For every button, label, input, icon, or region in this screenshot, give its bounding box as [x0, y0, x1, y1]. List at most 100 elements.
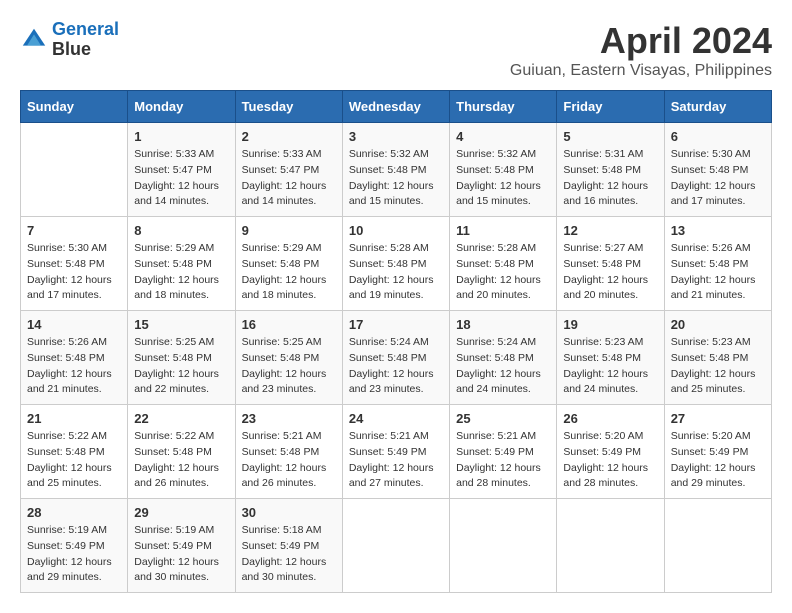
day-cell: 3 Sunrise: 5:32 AMSunset: 5:48 PMDaylight…	[342, 123, 449, 217]
day-number: 12	[563, 223, 657, 238]
day-cell: 6Sunrise: 5:30 AMSunset: 5:48 PMDaylight…	[664, 123, 771, 217]
day-number: 5	[563, 129, 657, 144]
header-wednesday: Wednesday	[342, 91, 449, 123]
title-area: April 2024 Guiuan, Eastern Visayas, Phil…	[510, 20, 772, 80]
day-info: Sunrise: 5:26 AMSunset: 5:48 PMDaylight:…	[27, 335, 121, 398]
day-number: 21	[27, 411, 121, 426]
day-cell	[450, 499, 557, 593]
day-info: Sunrise: 5:28 AMSunset: 5:48 PMDaylight:…	[456, 241, 550, 304]
day-info: Sunrise: 5:18 AMSunset: 5:49 PMDaylight:…	[242, 523, 336, 586]
day-number: 23	[242, 411, 336, 426]
day-cell: 20 Sunrise: 5:23 AMSunset: 5:48 PMDayligh…	[664, 311, 771, 405]
day-cell: 22 Sunrise: 5:22 AMSunset: 5:48 PMDayligh…	[128, 405, 235, 499]
header-thursday: Thursday	[450, 91, 557, 123]
day-cell: 2 Sunrise: 5:33 AMSunset: 5:47 PMDaylight…	[235, 123, 342, 217]
day-number: 13	[671, 223, 765, 238]
day-cell: 18 Sunrise: 5:24 AMSunset: 5:48 PMDayligh…	[450, 311, 557, 405]
day-cell	[557, 499, 664, 593]
day-cell: 25 Sunrise: 5:21 AMSunset: 5:49 PMDayligh…	[450, 405, 557, 499]
header-monday: Monday	[128, 91, 235, 123]
day-cell: 12Sunrise: 5:27 AMSunset: 5:48 PMDayligh…	[557, 217, 664, 311]
day-cell: 4 Sunrise: 5:32 AMSunset: 5:48 PMDaylight…	[450, 123, 557, 217]
day-info: Sunrise: 5:20 AMSunset: 5:49 PMDaylight:…	[671, 429, 765, 492]
day-cell: 11 Sunrise: 5:28 AMSunset: 5:48 PMDayligh…	[450, 217, 557, 311]
day-number: 15	[134, 317, 228, 332]
day-number: 1	[134, 129, 228, 144]
day-info: Sunrise: 5:21 AMSunset: 5:49 PMDaylight:…	[456, 429, 550, 492]
week-row-0: 1 Sunrise: 5:33 AMSunset: 5:47 PMDaylight…	[21, 123, 772, 217]
day-number: 19	[563, 317, 657, 332]
header-tuesday: Tuesday	[235, 91, 342, 123]
day-cell: 9Sunrise: 5:29 AMSunset: 5:48 PMDaylight…	[235, 217, 342, 311]
day-info: Sunrise: 5:24 AMSunset: 5:48 PMDaylight:…	[456, 335, 550, 398]
day-cell: 21 Sunrise: 5:22 AMSunset: 5:48 PMDayligh…	[21, 405, 128, 499]
day-cell: 30 Sunrise: 5:18 AMSunset: 5:49 PMDayligh…	[235, 499, 342, 593]
day-info: Sunrise: 5:22 AMSunset: 5:48 PMDaylight:…	[134, 429, 228, 492]
day-cell: 5 Sunrise: 5:31 AMSunset: 5:48 PMDaylight…	[557, 123, 664, 217]
day-number: 14	[27, 317, 121, 332]
day-cell	[664, 499, 771, 593]
day-cell: 17 Sunrise: 5:24 AMSunset: 5:48 PMDayligh…	[342, 311, 449, 405]
day-cell: 16Sunrise: 5:25 AMSunset: 5:48 PMDayligh…	[235, 311, 342, 405]
calendar-table: SundayMondayTuesdayWednesdayThursdayFrid…	[20, 90, 772, 593]
day-number: 4	[456, 129, 550, 144]
day-info: Sunrise: 5:21 AMSunset: 5:48 PMDaylight:…	[242, 429, 336, 492]
logo-text: GeneralBlue	[52, 20, 119, 60]
day-cell: 28 Sunrise: 5:19 AMSunset: 5:49 PMDayligh…	[21, 499, 128, 593]
day-cell	[342, 499, 449, 593]
subtitle: Guiuan, Eastern Visayas, Philippines	[510, 62, 772, 80]
day-cell: 13Sunrise: 5:26 AMSunset: 5:48 PMDayligh…	[664, 217, 771, 311]
day-number: 26	[563, 411, 657, 426]
day-info: Sunrise: 5:24 AMSunset: 5:48 PMDaylight:…	[349, 335, 443, 398]
day-number: 18	[456, 317, 550, 332]
day-cell: 15 Sunrise: 5:25 AMSunset: 5:48 PMDayligh…	[128, 311, 235, 405]
day-info: Sunrise: 5:29 AMSunset: 5:48 PMDaylight:…	[242, 241, 336, 304]
day-info: Sunrise: 5:28 AMSunset: 5:48 PMDaylight:…	[349, 241, 443, 304]
day-info: Sunrise: 5:29 AMSunset: 5:48 PMDaylight:…	[134, 241, 228, 304]
day-cell: 19 Sunrise: 5:23 AMSunset: 5:48 PMDayligh…	[557, 311, 664, 405]
day-info: Sunrise: 5:19 AMSunset: 5:49 PMDaylight:…	[27, 523, 121, 586]
day-info: Sunrise: 5:33 AMSunset: 5:47 PMDaylight:…	[134, 147, 228, 210]
day-number: 28	[27, 505, 121, 520]
day-info: Sunrise: 5:20 AMSunset: 5:49 PMDaylight:…	[563, 429, 657, 492]
day-cell: 14 Sunrise: 5:26 AMSunset: 5:48 PMDayligh…	[21, 311, 128, 405]
week-row-1: 7 Sunrise: 5:30 AMSunset: 5:48 PMDaylight…	[21, 217, 772, 311]
day-cell: 10 Sunrise: 5:28 AMSunset: 5:48 PMDayligh…	[342, 217, 449, 311]
logo: GeneralBlue	[20, 20, 119, 60]
header-friday: Friday	[557, 91, 664, 123]
day-number: 24	[349, 411, 443, 426]
page-header: GeneralBlue April 2024 Guiuan, Eastern V…	[20, 20, 772, 80]
day-info: Sunrise: 5:25 AMSunset: 5:48 PMDaylight:…	[134, 335, 228, 398]
day-info: Sunrise: 5:32 AMSunset: 5:48 PMDaylight:…	[456, 147, 550, 210]
calendar-header-row: SundayMondayTuesdayWednesdayThursdayFrid…	[21, 91, 772, 123]
day-number: 17	[349, 317, 443, 332]
day-info: Sunrise: 5:32 AMSunset: 5:48 PMDaylight:…	[349, 147, 443, 210]
main-title: April 2024	[510, 20, 772, 62]
day-cell: 27Sunrise: 5:20 AMSunset: 5:49 PMDayligh…	[664, 405, 771, 499]
day-number: 20	[671, 317, 765, 332]
day-info: Sunrise: 5:33 AMSunset: 5:47 PMDaylight:…	[242, 147, 336, 210]
day-number: 30	[242, 505, 336, 520]
week-row-4: 28 Sunrise: 5:19 AMSunset: 5:49 PMDayligh…	[21, 499, 772, 593]
day-info: Sunrise: 5:30 AMSunset: 5:48 PMDaylight:…	[27, 241, 121, 304]
day-info: Sunrise: 5:21 AMSunset: 5:49 PMDaylight:…	[349, 429, 443, 492]
day-number: 10	[349, 223, 443, 238]
day-number: 29	[134, 505, 228, 520]
day-info: Sunrise: 5:30 AMSunset: 5:48 PMDaylight:…	[671, 147, 765, 210]
day-info: Sunrise: 5:22 AMSunset: 5:48 PMDaylight:…	[27, 429, 121, 492]
day-info: Sunrise: 5:23 AMSunset: 5:48 PMDaylight:…	[671, 335, 765, 398]
day-info: Sunrise: 5:23 AMSunset: 5:48 PMDaylight:…	[563, 335, 657, 398]
day-cell: 1 Sunrise: 5:33 AMSunset: 5:47 PMDaylight…	[128, 123, 235, 217]
day-number: 3	[349, 129, 443, 144]
day-number: 2	[242, 129, 336, 144]
day-number: 25	[456, 411, 550, 426]
day-info: Sunrise: 5:25 AMSunset: 5:48 PMDaylight:…	[242, 335, 336, 398]
day-info: Sunrise: 5:31 AMSunset: 5:48 PMDaylight:…	[563, 147, 657, 210]
week-row-3: 21 Sunrise: 5:22 AMSunset: 5:48 PMDayligh…	[21, 405, 772, 499]
day-cell: 23 Sunrise: 5:21 AMSunset: 5:48 PMDayligh…	[235, 405, 342, 499]
day-number: 11	[456, 223, 550, 238]
day-number: 7	[27, 223, 121, 238]
day-number: 22	[134, 411, 228, 426]
day-number: 8	[134, 223, 228, 238]
week-row-2: 14 Sunrise: 5:26 AMSunset: 5:48 PMDayligh…	[21, 311, 772, 405]
